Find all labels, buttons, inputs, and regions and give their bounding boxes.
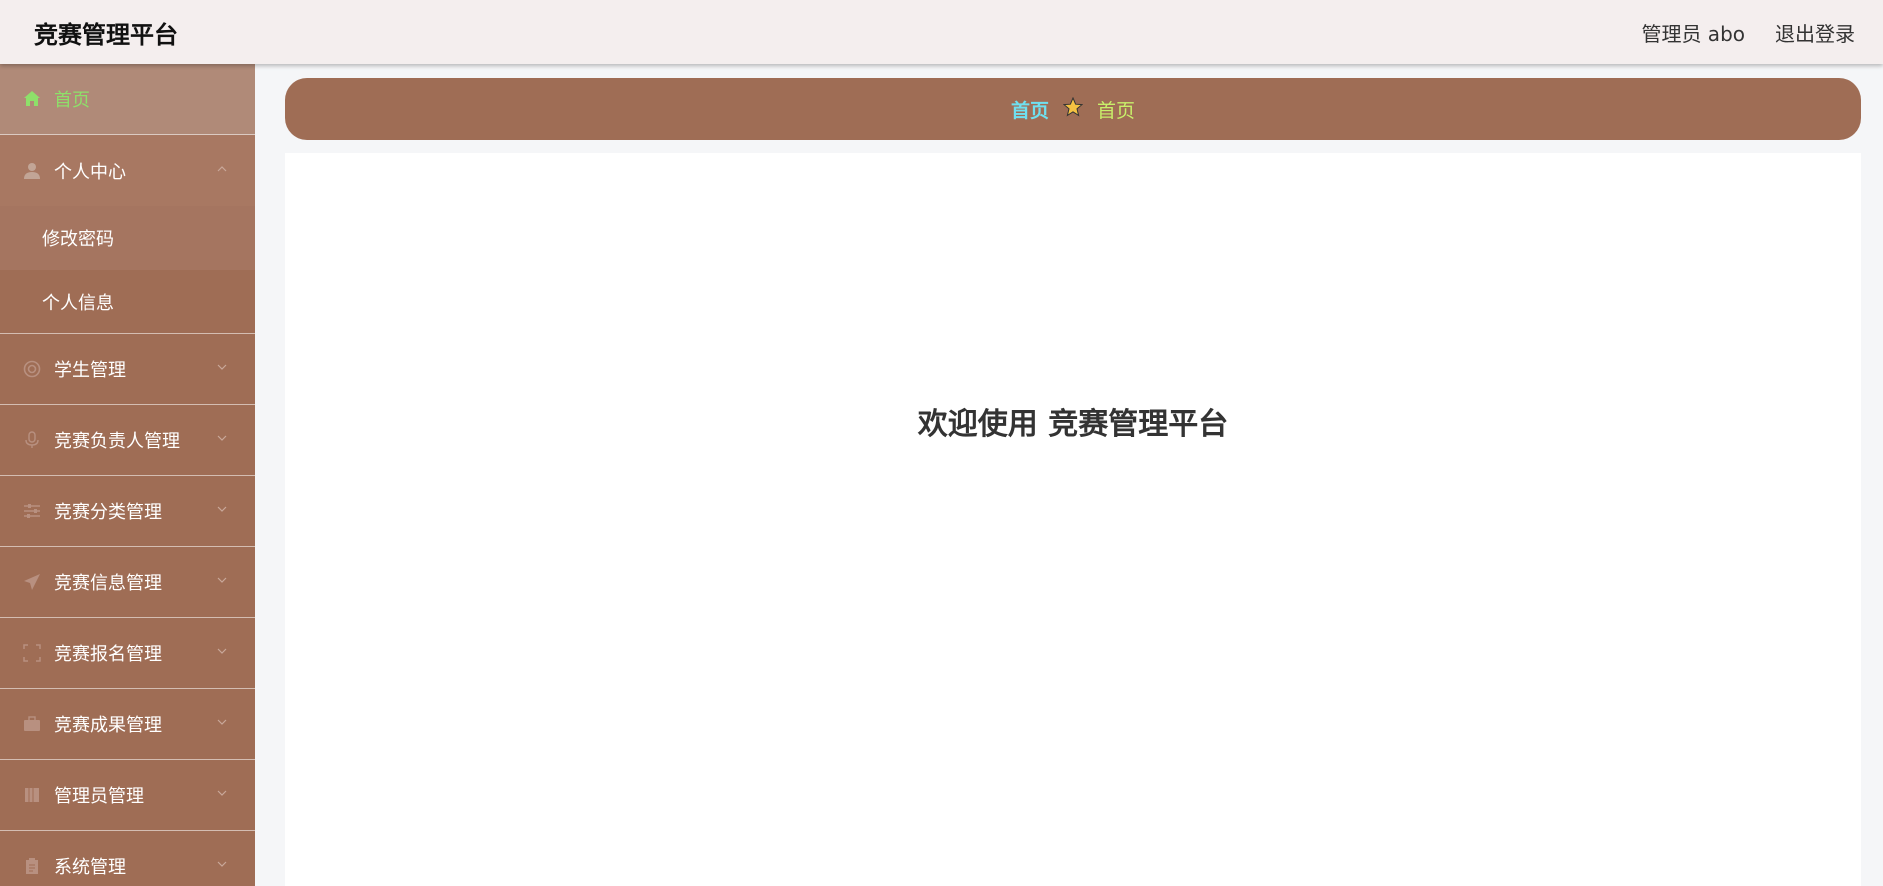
sidebar: 首页 个人中心 修改密码 个人信息 学生管理 竞赛负责人管理 竞赛分类管理 竞赛…	[0, 64, 255, 886]
welcome-heading: 欢迎使用 竞赛管理平台	[917, 407, 1229, 442]
sidebar-item-label: 竞赛成果管理	[54, 715, 162, 736]
fullscreen-icon	[22, 643, 42, 663]
sidebar-item-label: 个人中心	[54, 161, 126, 183]
sidebar-item-label: 管理员管理	[54, 786, 144, 807]
chevron-up-icon	[217, 165, 227, 171]
user-area: 管理员 abo 退出登录	[1641, 18, 1855, 47]
user-icon	[22, 161, 42, 181]
app-title: 竞赛管理平台	[34, 20, 178, 49]
top-bar: 竞赛管理平台 管理员 abo 退出登录	[0, 0, 1883, 64]
sidebar-item-home[interactable]: 首页	[0, 64, 255, 135]
clipboard-icon	[22, 856, 42, 876]
chevron-down-icon	[217, 719, 227, 725]
main-panel: 欢迎使用 竞赛管理平台	[285, 153, 1861, 886]
sidebar-item-competition-categories[interactable]: 竞赛分类管理	[0, 476, 255, 547]
sidebar-item-competition-registration[interactable]: 竞赛报名管理	[0, 618, 255, 689]
chevron-down-icon	[217, 861, 227, 867]
lifebuoy-icon	[22, 359, 42, 379]
sidebar-item-personal-center[interactable]: 个人中心	[0, 135, 255, 206]
sidebar-subitem-change-password[interactable]: 修改密码	[0, 206, 255, 270]
breadcrumb: 首页 首页	[285, 78, 1861, 140]
logout-button[interactable]: 退出登录	[1775, 18, 1855, 47]
current-user: 管理员 abo	[1641, 21, 1745, 46]
chevron-down-icon	[217, 577, 227, 583]
breadcrumb-current: 首页	[1097, 99, 1136, 122]
sidebar-item-label: 竞赛报名管理	[54, 644, 162, 665]
paper-plane-icon	[22, 572, 42, 592]
chevron-down-icon	[217, 506, 227, 512]
home-icon	[22, 89, 42, 109]
sidebar-item-system[interactable]: 系统管理	[0, 831, 255, 886]
sidebar-item-label: 学生管理	[54, 360, 126, 381]
briefcase-icon	[22, 714, 42, 734]
microphone-icon	[22, 430, 42, 450]
sidebar-item-label: 竞赛分类管理	[54, 502, 162, 523]
sidebar-item-label: 首页	[54, 90, 90, 111]
star-icon	[1062, 96, 1084, 122]
sidebar-item-competition-leaders[interactable]: 竞赛负责人管理	[0, 405, 255, 476]
sidebar-item-label: 竞赛负责人管理	[54, 431, 180, 452]
chevron-down-icon	[217, 364, 227, 370]
book-icon	[22, 785, 42, 805]
sidebar-item-competition-info[interactable]: 竞赛信息管理	[0, 547, 255, 618]
sidebar-item-label: 竞赛信息管理	[54, 573, 162, 594]
sidebar-item-administrators[interactable]: 管理员管理	[0, 760, 255, 831]
sidebar-subitem-personal-info[interactable]: 个人信息	[0, 270, 255, 334]
chevron-down-icon	[217, 435, 227, 441]
sidebar-item-label: 系统管理	[54, 857, 126, 878]
breadcrumb-home-link[interactable]: 首页	[1011, 96, 1049, 123]
chevron-down-icon	[217, 790, 227, 796]
sliders-icon	[22, 501, 42, 521]
chevron-down-icon	[217, 648, 227, 654]
sidebar-item-competition-results[interactable]: 竞赛成果管理	[0, 689, 255, 760]
sidebar-item-students[interactable]: 学生管理	[0, 334, 255, 405]
